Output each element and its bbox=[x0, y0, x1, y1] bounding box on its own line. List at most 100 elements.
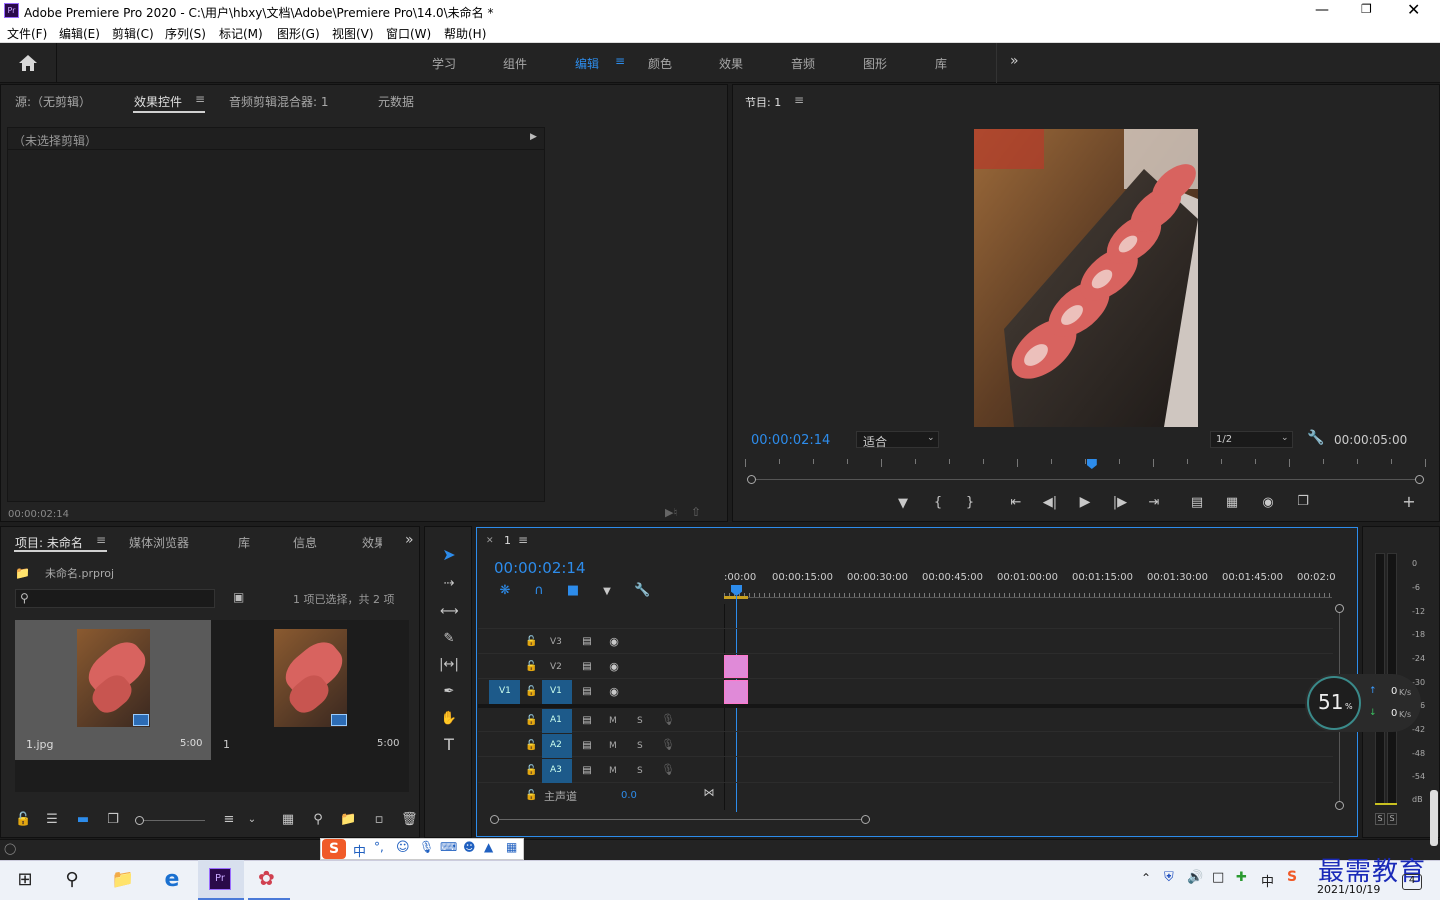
toolbox-icon[interactable]: ▦ bbox=[506, 840, 517, 854]
toggle-sync-lock-icon[interactable]: ▤ bbox=[580, 685, 594, 699]
add-marker-icon[interactable]: ▼ bbox=[600, 585, 614, 599]
toggle-visibility-eye-icon[interactable]: ◉ bbox=[606, 635, 622, 649]
sort-icon[interactable]: ≡ bbox=[221, 813, 237, 827]
home-icon[interactable] bbox=[18, 54, 38, 72]
tray-chevron-up-icon[interactable]: ⌃ bbox=[1141, 871, 1151, 885]
search-icon[interactable]: ⚲ bbox=[57, 866, 87, 894]
project-menu-icon[interactable]: ≡ bbox=[96, 533, 106, 547]
solo-left-button[interactable]: S bbox=[1375, 813, 1385, 825]
camera-icon[interactable]: ◉ bbox=[1259, 496, 1277, 510]
fit-dropdown[interactable]: 适合 ⌄ bbox=[856, 431, 939, 449]
selection-tool-icon[interactable]: ➤ bbox=[440, 547, 458, 563]
play-icon[interactable]: ▶ bbox=[1076, 495, 1094, 509]
slip-tool-icon[interactable]: |↔| bbox=[438, 658, 460, 672]
workspace-tab-editing[interactable]: 编辑 bbox=[575, 55, 599, 72]
tab-info[interactable]: 信息 bbox=[293, 534, 317, 551]
add-marker-icon[interactable]: ▼ bbox=[895, 497, 911, 511]
timeline-settings-wrench-icon[interactable]: 🔧 bbox=[634, 584, 650, 598]
workspace-tab-audio[interactable]: 音频 bbox=[791, 55, 815, 72]
list-view-icon[interactable]: ☰ bbox=[43, 813, 61, 827]
freeform-view-icon[interactable]: ❐ bbox=[103, 813, 123, 827]
expand-arrow-icon[interactable]: ▶ bbox=[530, 132, 537, 142]
minimize-button[interactable]: — bbox=[1315, 2, 1335, 18]
lock-icon[interactable]: 🔓 bbox=[15, 813, 31, 827]
track-target-v1[interactable]: V1 bbox=[542, 680, 572, 704]
zoom-slider[interactable] bbox=[139, 820, 205, 821]
export-icon[interactable]: ⇧ bbox=[691, 505, 701, 519]
extract-icon[interactable]: ▦ bbox=[1222, 496, 1242, 510]
resolution-dropdown[interactable]: 1/2 ⌄ bbox=[1210, 431, 1293, 448]
tab-metadata[interactable]: 元数据 bbox=[378, 93, 414, 110]
track-lock-icon[interactable]: 🔓 bbox=[525, 685, 537, 699]
timeline-timecode[interactable]: 00:00:02:14 bbox=[494, 559, 586, 577]
tab-effect-controls[interactable]: 效果控件 bbox=[134, 93, 182, 110]
track-lock-icon[interactable]: 🔓 bbox=[525, 739, 537, 753]
snap-magnet-icon[interactable]: ∩ bbox=[531, 584, 547, 598]
workspace-tab-graphics[interactable]: 图形 bbox=[863, 55, 887, 72]
new-item-icon[interactable]: ▫ bbox=[371, 813, 387, 827]
track-target-v2[interactable]: V2 bbox=[550, 662, 562, 672]
menu-window[interactable]: 窗口(W) bbox=[386, 25, 431, 42]
go-to-out-icon[interactable]: ⇥ bbox=[1145, 496, 1163, 510]
pen-tool-icon[interactable]: ✒ bbox=[440, 685, 458, 699]
voice-over-mic-icon[interactable]: 🎙 bbox=[661, 763, 675, 777]
track-target-a2[interactable]: A2 bbox=[542, 734, 572, 758]
button-editor-plus-icon[interactable]: + bbox=[1401, 494, 1417, 510]
mark-in-icon[interactable]: { bbox=[931, 496, 945, 510]
tab-effects[interactable]: 效果 bbox=[362, 534, 382, 551]
lift-icon[interactable]: ▤ bbox=[1187, 496, 1207, 510]
track-target-a1[interactable]: A1 bbox=[542, 709, 572, 733]
effect-controls-menu-icon[interactable]: ≡ bbox=[195, 92, 205, 106]
voice-over-mic-icon[interactable]: 🎙 bbox=[661, 713, 675, 727]
tray-sogou-icon[interactable]: S bbox=[1287, 869, 1297, 885]
notification-center-icon[interactable]: 4 bbox=[1402, 874, 1422, 890]
hand-tool-icon[interactable]: ✋ bbox=[440, 712, 458, 726]
track-lock-icon[interactable]: 🔓 bbox=[525, 660, 537, 674]
menu-edit[interactable]: 编辑(E) bbox=[59, 25, 100, 42]
zoom-handle-right[interactable] bbox=[1415, 475, 1424, 484]
panel-overflow-icon[interactable]: » bbox=[405, 532, 414, 548]
timeline-menu-icon[interactable]: ≡ bbox=[518, 533, 528, 547]
track-lock-icon[interactable]: 🔓 bbox=[525, 764, 537, 778]
solo-button[interactable]: S bbox=[637, 741, 643, 751]
file-explorer-icon[interactable]: 📁 bbox=[108, 866, 138, 894]
tray-360-icon[interactable]: ✚ bbox=[1236, 870, 1247, 885]
toggle-visibility-eye-icon[interactable]: ◉ bbox=[606, 685, 622, 699]
emoji-icon[interactable]: ☺ bbox=[396, 840, 410, 855]
horizontal-scrollbar[interactable] bbox=[494, 819, 866, 820]
menu-file[interactable]: 文件(F) bbox=[7, 25, 47, 42]
mic-icon[interactable]: 🎙 bbox=[419, 840, 434, 854]
taskbar-app-icon[interactable]: ✿ bbox=[248, 860, 290, 900]
ime-toolbar[interactable]: S 中 °, ☺ 🎙 ⌨ ☻ ▲ ▦ bbox=[320, 838, 524, 860]
tray-security-icon[interactable]: ⛨ bbox=[1164, 870, 1174, 885]
user-icon[interactable]: ☻ bbox=[463, 840, 476, 854]
menu-graphics[interactable]: 图形(G) bbox=[277, 25, 320, 42]
punctuation-icon[interactable]: °, bbox=[374, 840, 384, 854]
automate-to-sequence-icon[interactable]: ▦ bbox=[279, 813, 297, 827]
workspace-menu-icon[interactable]: ≡ bbox=[615, 54, 625, 68]
tab-media-browser[interactable]: 媒体浏览器 bbox=[129, 534, 189, 551]
mark-out-icon[interactable]: } bbox=[963, 496, 977, 510]
master-volume-value[interactable]: 0.0 bbox=[621, 790, 637, 801]
toggle-sync-lock-icon[interactable]: ▤ bbox=[580, 660, 594, 674]
tab-audio-clip-mixer[interactable]: 音频剪辑混合器: 1 bbox=[229, 93, 329, 110]
tray-volume-icon[interactable]: 🔊 bbox=[1187, 870, 1203, 885]
timeline-ruler[interactable] bbox=[724, 586, 1332, 598]
project-item-sequence[interactable]: 1 5:00 bbox=[213, 620, 409, 760]
workspace-tab-learn[interactable]: 学习 bbox=[432, 55, 456, 72]
net-speed-widget[interactable]: 51 % ↑ 0 K/s ↓ 0 K/s bbox=[1305, 674, 1421, 732]
vertical-scroll-handle[interactable] bbox=[1335, 604, 1344, 613]
program-current-timecode[interactable]: 00:00:02:14 bbox=[751, 433, 830, 448]
step-forward-icon[interactable]: |▶ bbox=[1111, 496, 1129, 510]
horizontal-scroll-handle[interactable] bbox=[861, 815, 870, 824]
sequence-tab[interactable]: 1 bbox=[504, 534, 511, 547]
new-search-bin-icon[interactable]: ▣ bbox=[233, 590, 244, 604]
source-patch-v1[interactable]: V1 bbox=[489, 680, 520, 704]
mute-button[interactable]: M bbox=[609, 766, 617, 776]
horizontal-scroll-handle[interactable] bbox=[490, 815, 499, 824]
track-target-v3[interactable]: V3 bbox=[550, 637, 562, 647]
mute-button[interactable]: M bbox=[609, 741, 617, 751]
project-search-input[interactable]: ⚲ bbox=[15, 589, 215, 608]
new-bin-icon[interactable]: 📁 bbox=[340, 813, 356, 827]
tab-source[interactable]: 源:（无剪辑） bbox=[15, 93, 91, 110]
